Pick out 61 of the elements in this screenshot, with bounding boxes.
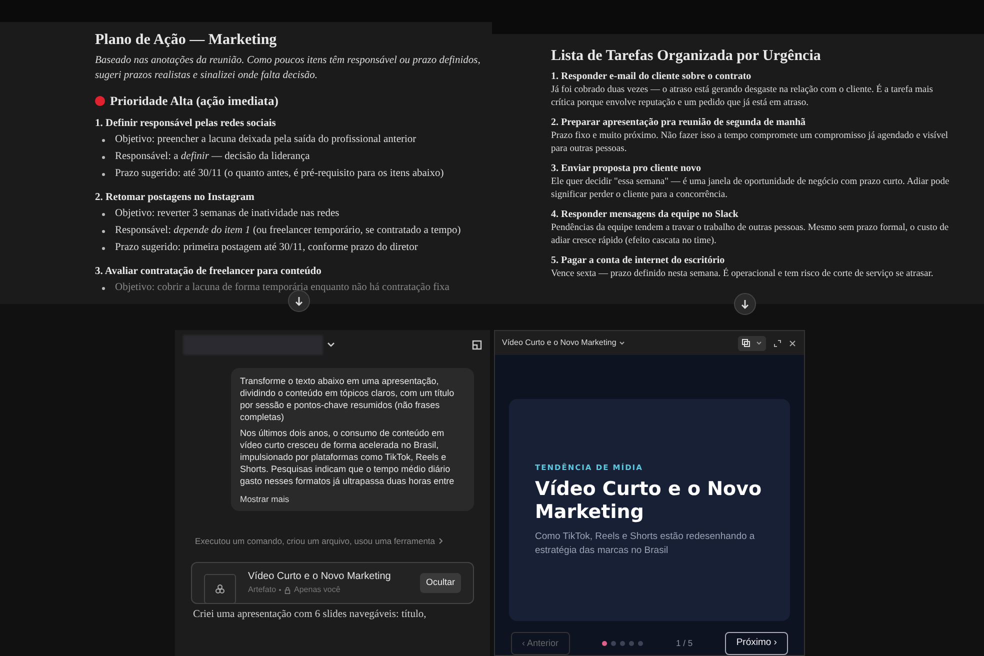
bullet-text: Objetivo: preencher a lacuna deixada pela saída do profissional anterior: [115, 132, 416, 147]
slide-counter: 1 / 5: [676, 637, 693, 650]
chevron-down-icon: [756, 341, 762, 345]
task-heading: 1. Definir responsável pelas redes sociais: [95, 116, 277, 131]
expand-icon[interactable]: [774, 340, 781, 346]
document-title: Plano de Ação — Marketing: [95, 31, 278, 50]
task-description: Prazo fixo e muito próximo. Não fazer isso a tempo compromete um compromisso já agendado e visível para outras pessoas.: [551, 130, 950, 156]
task-description: Ele quer decidir "essa semana" — é uma janela de oportunidade de negócio com prazo curto. Adiar pode significar perder o cliente para a concorrência.: [551, 176, 950, 202]
task-heading: 3. Avaliar contratação de freelancer para conteúdo: [95, 264, 322, 279]
activity-summary-link[interactable]: Executou um comando, criou um arquivo, usou uma ferramenta: [195, 535, 436, 548]
chevron-right-icon[interactable]: [439, 538, 444, 544]
panel-toggle-icon[interactable]: [472, 340, 482, 350]
next-button[interactable]: Próximo ›: [725, 632, 788, 655]
copy-icon: [742, 339, 750, 347]
artifact-card[interactable]: Vídeo Curto e o Novo Marketing Artefato Apenas você Ocultar: [191, 562, 474, 604]
bullet-mark: [102, 138, 105, 142]
artifact-visibility: Apenas você: [294, 584, 340, 596]
bullet-text: Objetivo: reverter 3 semanas de inatividade nas redes: [115, 206, 340, 221]
scroll-down-button[interactable]: [734, 293, 756, 315]
hide-button[interactable]: Ocultar: [420, 573, 461, 592]
document-title: Lista de Tarefas Organizada por Urgência: [551, 47, 822, 66]
slide-title: Vídeo Curto e o Novo Marketing: [535, 478, 763, 524]
task-description: Já foi cobrado duas vezes — o atraso está gerando desgaste na relação com o cliente. É a tarefa mais crítica porque envolve reputação e um pedido que já está em atraso.: [551, 84, 934, 110]
task-heading: 1. Responder e-mail do cliente sobre o contrato: [551, 70, 752, 84]
bullet-mark: [102, 246, 105, 250]
message-text: Transforme o texto abaixo em uma apresentação, dividindo o conteúdo em tópicos claros, com um título por sessão e pontos-chave resumidos (não frases completas): [240, 375, 456, 423]
bullet-text: Prazo sugerido: primeira postagem até 30/11, conforme prazo do diretor: [115, 240, 418, 255]
shapes-icon: [215, 584, 225, 594]
chevron-down-icon[interactable]: [619, 341, 626, 345]
task-description: Vence sexta — prazo definido nesta semana. É operacional e tem risco de corte de serviço se atrasar.: [551, 268, 934, 281]
reply-text: Criei uma apresentação com 6 slides navegáveis: título,: [193, 608, 428, 621]
bullet-text: Responsável: depende do item 1 (ou freelancer temporário, se contratado a tempo): [115, 224, 461, 238]
priority-heading: Prioridade Alta (ação imediata): [110, 93, 278, 110]
arrow-down-icon: [294, 296, 304, 306]
close-icon[interactable]: [789, 340, 796, 346]
arrow-down-icon: [740, 299, 750, 309]
message-text: Nos últimos dois anos, o consumo de conteúdo em vídeo curto cresceu de forma acelerada no Brasil, impulsionado por plataformas como TikTok, Reels e Shorts. Pesquisas indicam que o tempo médio diário gasto nesses formatos já ultrapassa duas horas entre: [240, 427, 456, 487]
task-heading: 2. Retomar postagens no Instagram: [95, 190, 256, 205]
artifact-title: Vídeo Curto e o Novo Marketing: [248, 570, 392, 584]
show-more-button[interactable]: Mostrar mais: [240, 493, 290, 505]
bullet-mark: [102, 172, 105, 176]
lock-icon: [284, 586, 292, 594]
task-heading: 5. Pagar a conta de internet do escritório: [551, 254, 726, 268]
task-description: Pendências da equipe tendem a travar o trabalho de outras pessoas. Mesmo sem prazo formal, o custo de adiar cresce rápido (efeito cascata no time).: [551, 222, 950, 248]
bullet-text: Responsável: a definir — decisão da liderança: [115, 150, 310, 164]
slide-subtitle: Como TikTok, Reels e Shorts estão redesenhando a estratégia das marcas no Brasil: [535, 530, 756, 558]
copy-menu-button[interactable]: [738, 336, 766, 350]
separator-dot: [279, 589, 282, 592]
bullet-mark: [102, 212, 105, 216]
bullet-mark: [102, 230, 105, 233]
bullet-text: Prazo sugerido: até 30/11 (o quanto antes, é pré-requisito para os itens abaixo): [115, 166, 444, 181]
intro-paragraph: Baseado nas anotações da reunião. Como poucos itens têm responsável ou prazo definidos, sugeri prazos realistas e sinalizei onde falta decisão.: [95, 54, 482, 83]
task-heading: 4. Responder mensagens da equipe no Slack: [551, 208, 740, 222]
bullet-mark: [102, 156, 105, 159]
bullet-mark: [102, 286, 105, 290]
chevron-down-icon[interactable]: [327, 342, 335, 348]
task-heading: 2. Preparar apresentação pra reunião de segunda de manhã: [551, 116, 807, 130]
artifact-type: Artefato: [248, 584, 276, 596]
task-heading: 3. Enviar proposta pro cliente novo: [551, 162, 702, 176]
preview-title: Vídeo Curto e o Novo Marketing: [502, 337, 616, 349]
bullet-text: Objetivo: cobrir a lacuna de forma temporária enquanto não há contratação fixa: [115, 280, 450, 295]
